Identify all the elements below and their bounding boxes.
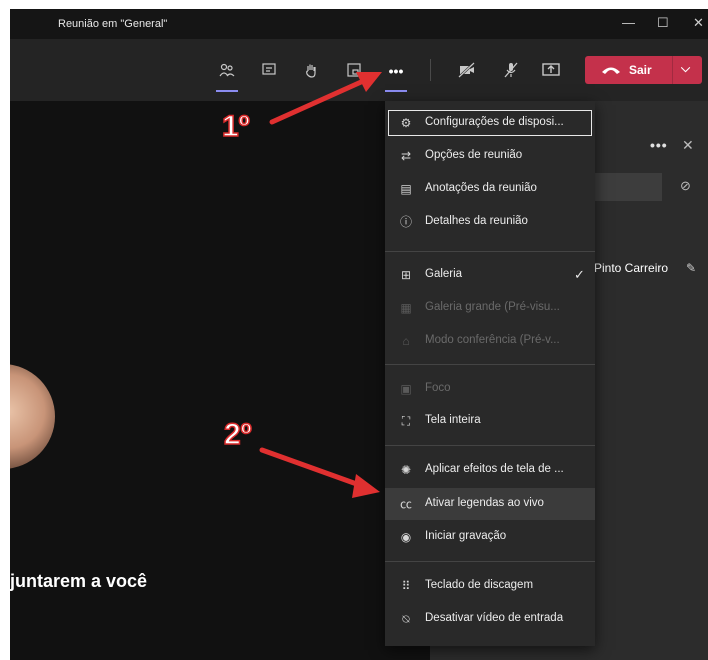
arrow-2-icon bbox=[259, 447, 380, 498]
arrow-1-icon bbox=[269, 72, 382, 125]
annotation-arrows bbox=[259, 72, 382, 498]
annotation-step-2: 2º bbox=[223, 417, 252, 452]
annotation-step-1: 1º bbox=[221, 109, 250, 144]
